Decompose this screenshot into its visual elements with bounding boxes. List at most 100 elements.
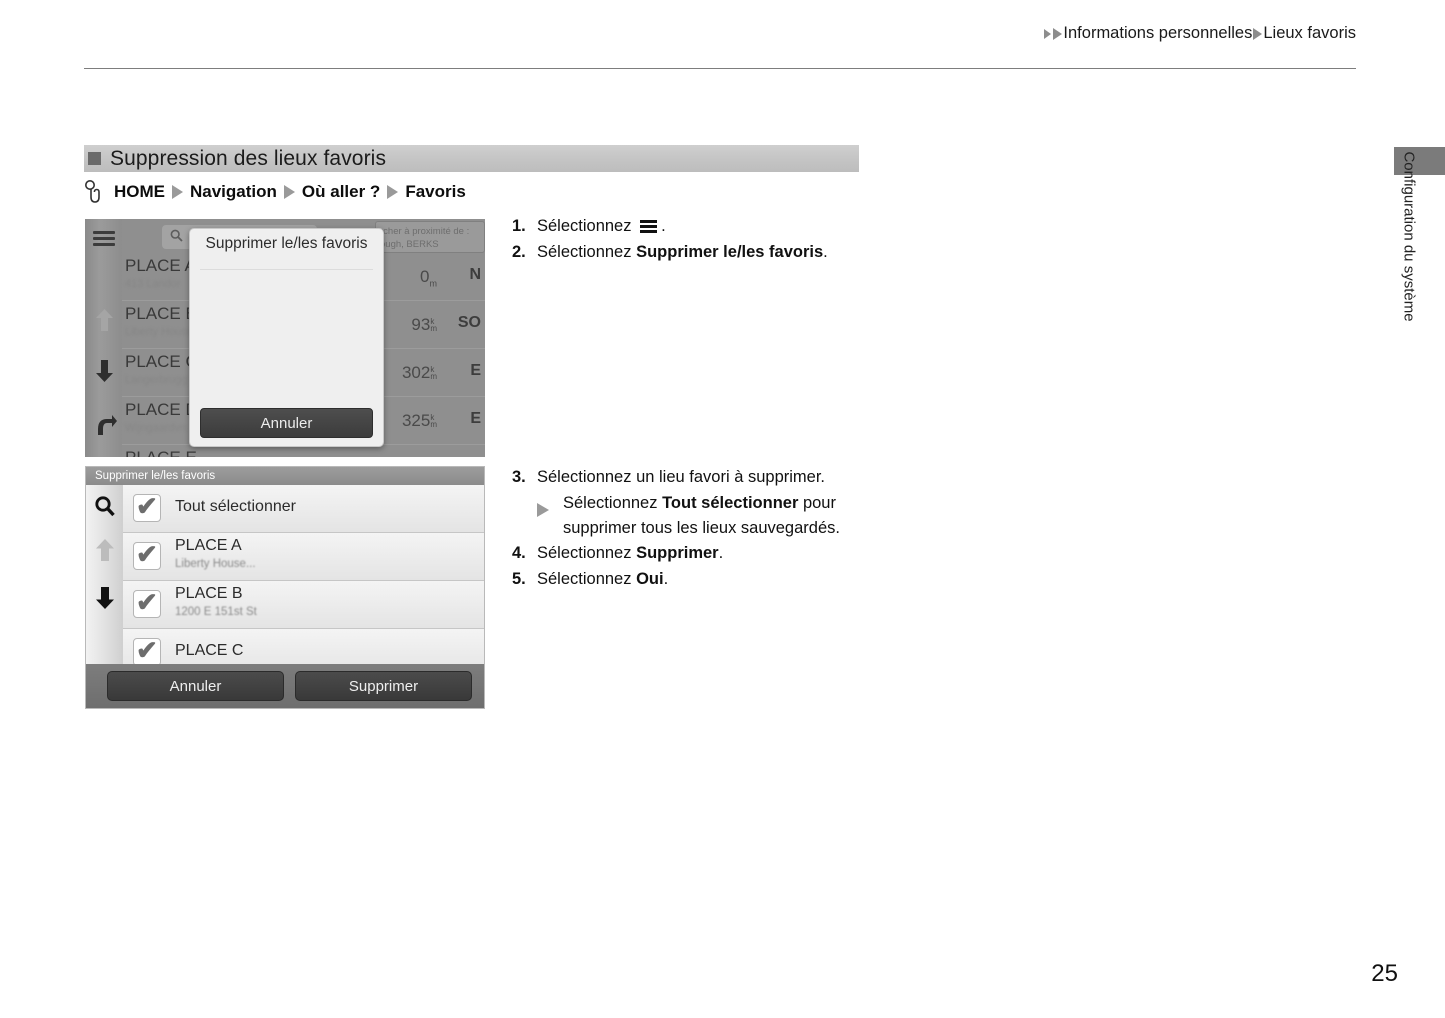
header-divider xyxy=(84,68,1356,69)
favorite-direction: SO xyxy=(457,314,481,331)
navpath-item-0[interactable]: HOME xyxy=(114,182,165,202)
screen2-sidebar xyxy=(86,485,123,664)
favorite-name: PLACE C xyxy=(125,352,198,371)
step-text: Sélectionnez xyxy=(537,570,637,588)
delete-favorites-screenshot: Supprimer le/les favoris ✔ Tout sélectio… xyxy=(85,466,485,709)
favorite-name: PLACE E xyxy=(125,448,197,457)
list-item[interactable]: ✔ PLACE B 1200 E 151st St xyxy=(123,581,484,629)
chevron-right-icon xyxy=(387,185,399,199)
touch-finger-icon xyxy=(84,180,104,204)
favorite-direction: E xyxy=(470,410,481,427)
step-number: 4. xyxy=(512,544,526,562)
favorite-subtitle: 413 Landor xyxy=(125,278,181,290)
chevron-right-icon xyxy=(283,185,295,199)
step-number: 5. xyxy=(512,570,526,588)
step-text: Sélectionnez xyxy=(537,243,637,261)
list-item-subtitle: 1200 E 151st St xyxy=(175,606,257,618)
chevron-right-icon xyxy=(537,491,563,541)
search-icon[interactable] xyxy=(94,495,116,521)
step-text: Sélectionnez xyxy=(537,544,637,562)
checkbox[interactable]: ✔ xyxy=(133,539,161,570)
checkbox[interactable]: ✔ xyxy=(133,587,161,618)
chevron-right-icon xyxy=(1044,28,1052,39)
favorite-direction: N xyxy=(469,266,481,283)
arrow-down-icon[interactable] xyxy=(94,358,115,384)
favorite-distance: 325k m xyxy=(401,411,437,430)
dialog-cancel-button[interactable]: Annuler xyxy=(200,408,373,438)
favorite-distance: 93k m xyxy=(411,315,437,334)
step-text: Sélectionnez un lieu favori à supprimer. xyxy=(537,468,825,486)
navpath-item-3[interactable]: Favoris xyxy=(405,182,465,202)
delete-favorites-dialog: Supprimer le/les favoris Annuler xyxy=(189,228,384,447)
step-4: 4. Sélectionnez Supprimer. xyxy=(512,541,872,566)
checkmark-icon: ✔ xyxy=(136,587,158,617)
step-number: 2. xyxy=(512,243,526,261)
dialog-divider xyxy=(200,269,373,270)
screen2-title: Supprimer le/les favoris xyxy=(86,467,484,485)
favorite-name: PLACE A xyxy=(125,256,196,275)
checkmark-icon: ✔ xyxy=(136,539,158,569)
substep-emphasis: Tout sélectionner xyxy=(662,494,799,512)
square-bullet-icon xyxy=(88,152,101,165)
step-tail: . xyxy=(823,243,828,261)
page-number: 25 xyxy=(1371,960,1398,987)
step-emphasis: Supprimer xyxy=(636,544,719,562)
navigation-path: HOME Navigation Où aller ? Favoris xyxy=(84,180,466,204)
list-item-label: PLACE C xyxy=(175,642,244,659)
navpath-item-2[interactable]: Où aller ? xyxy=(302,182,380,202)
checkbox[interactable]: ✔ xyxy=(133,491,161,522)
list-item-label: PLACE B xyxy=(175,585,243,602)
list-item-label: PLACE A xyxy=(175,537,242,554)
cancel-button[interactable]: Annuler xyxy=(107,671,284,701)
step-tail: . xyxy=(663,570,669,588)
arrow-down-icon[interactable] xyxy=(94,585,116,611)
arrow-up-icon[interactable] xyxy=(94,537,116,563)
chevron-right-icon xyxy=(1253,27,1263,40)
favorite-distance: 0m xyxy=(420,267,437,289)
step-number: 1. xyxy=(512,217,526,235)
list-item[interactable]: ✔ Tout sélectionner xyxy=(123,485,484,533)
favorite-subtitle: Liberty House xyxy=(125,326,193,338)
step-5: 5. Sélectionnez Oui. xyxy=(512,567,872,592)
side-tab-label: Configuration du système xyxy=(1400,151,1418,322)
search-icon xyxy=(170,229,183,246)
step-2: 2. Sélectionnez Supprimer le/les favoris… xyxy=(512,240,872,265)
navpath-item-1[interactable]: Navigation xyxy=(190,182,277,202)
step-emphasis: Oui xyxy=(636,570,664,588)
instructions-top: 1. Sélectionnez . 2. Sélectionnez Suppri… xyxy=(512,214,872,266)
step-1: 1. Sélectionnez . xyxy=(512,214,872,239)
breadcrumb-item-0: Informations personnelles xyxy=(1063,24,1253,42)
dialog-body xyxy=(196,271,377,402)
arrow-up-icon[interactable] xyxy=(94,307,115,333)
step-tail: . xyxy=(718,544,724,562)
navigation-screenshot-favorites-list: Saisir rcher à proximité de : ough, BERK… xyxy=(85,219,485,457)
screen1-sidebar xyxy=(85,219,122,457)
favorite-name: PLACE D xyxy=(125,400,198,419)
checkmark-icon: ✔ xyxy=(136,491,158,521)
page-title: Suppression des lieux favoris xyxy=(110,146,387,170)
breadcrumb: Informations personnelles Lieux favoris xyxy=(1043,24,1356,43)
dialog-title: Supprimer le/les favoris xyxy=(205,235,368,252)
step-emphasis: Supprimer le/les favoris xyxy=(636,243,824,261)
list-item-subtitle: Liberty House... xyxy=(175,558,256,570)
instructions-bottom: 3. Sélectionnez un lieu favori à supprim… xyxy=(512,465,872,593)
back-arrow-icon[interactable] xyxy=(94,413,117,439)
list-item[interactable]: ✔ PLACE C xyxy=(123,629,484,664)
checkbox[interactable]: ✔ xyxy=(133,635,161,664)
checkmark-icon: ✔ xyxy=(136,635,158,664)
screen2-footer: Annuler Supprimer xyxy=(86,664,484,708)
search-near-hint[interactable]: rcher à proximité de : ough, BERKS xyxy=(375,221,485,253)
step-text: Sélectionnez xyxy=(537,217,637,235)
favorite-distance: 302k m xyxy=(401,363,437,382)
delete-button[interactable]: Supprimer xyxy=(295,671,472,701)
delete-favorites-list: ✔ Tout sélectionner ✔ PLACE A Liberty Ho… xyxy=(123,485,484,664)
favorite-subtitle: Wijngaardvn xyxy=(125,422,187,434)
chevron-right-icon xyxy=(1053,27,1063,40)
list-item[interactable]: ✔ PLACE A Liberty House... xyxy=(123,533,484,581)
favorite-subtitle: Langerbrugg xyxy=(125,374,188,386)
step-3: 3. Sélectionnez un lieu favori à supprim… xyxy=(512,465,872,490)
hamburger-icon xyxy=(638,218,660,233)
hamburger-icon[interactable] xyxy=(93,231,115,246)
step-tail: . xyxy=(661,217,666,235)
breadcrumb-item-1: Lieux favoris xyxy=(1263,24,1356,42)
